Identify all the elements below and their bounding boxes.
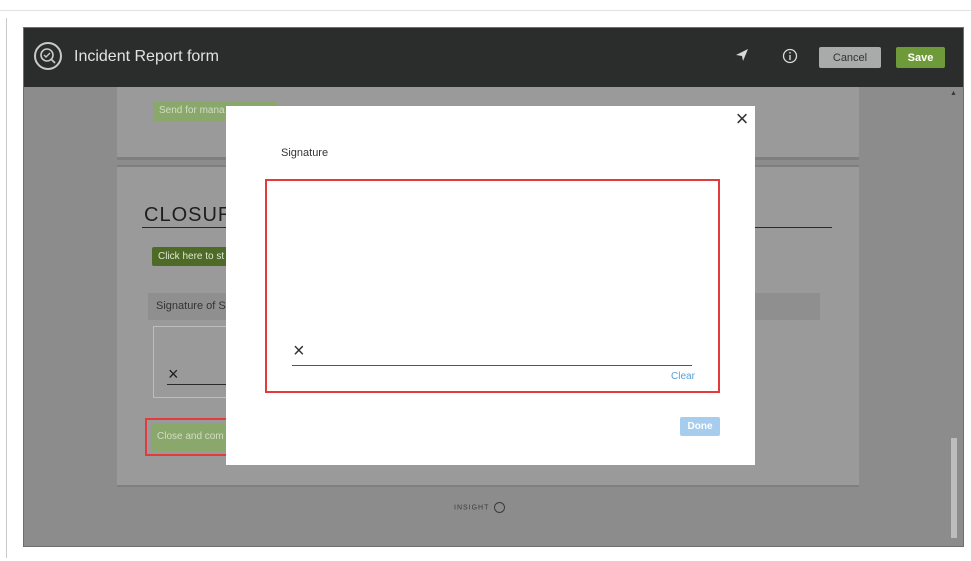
info-icon[interactable]: [782, 48, 798, 68]
save-button[interactable]: Save: [896, 47, 945, 68]
scrollbar-thumb[interactable]: [951, 438, 957, 538]
signature-mark-icon: ×: [168, 364, 179, 384]
top-rule: [0, 10, 971, 11]
footer-brand: INSIGHT: [454, 502, 506, 513]
signature-dialog: × Signature × Clear Done: [226, 106, 755, 465]
left-rule: [6, 18, 7, 558]
scroll-up-icon[interactable]: ▲: [950, 90, 957, 97]
app-header: Incident Report form Cancel Save: [24, 28, 963, 87]
cancel-button[interactable]: Cancel: [819, 47, 881, 68]
signature-baseline: [292, 365, 692, 366]
clear-signature-link[interactable]: Clear: [671, 371, 695, 382]
page-title: Incident Report form: [74, 48, 219, 65]
signature-canvas[interactable]: × Clear: [265, 179, 720, 393]
app-logo-icon[interactable]: [34, 42, 62, 70]
done-button[interactable]: Done: [680, 417, 720, 436]
sign-here-mark-icon: ×: [293, 340, 305, 362]
app-window: Incident Report form Cancel Save Send fo…: [23, 27, 964, 547]
close-icon[interactable]: ×: [732, 108, 752, 130]
location-arrow-icon[interactable]: [735, 48, 749, 66]
highlight-outline: [145, 418, 235, 456]
brand-logo-icon: [494, 502, 506, 513]
dialog-title: Signature: [281, 147, 329, 159]
footer-brand-text: INSIGHT: [454, 504, 490, 512]
